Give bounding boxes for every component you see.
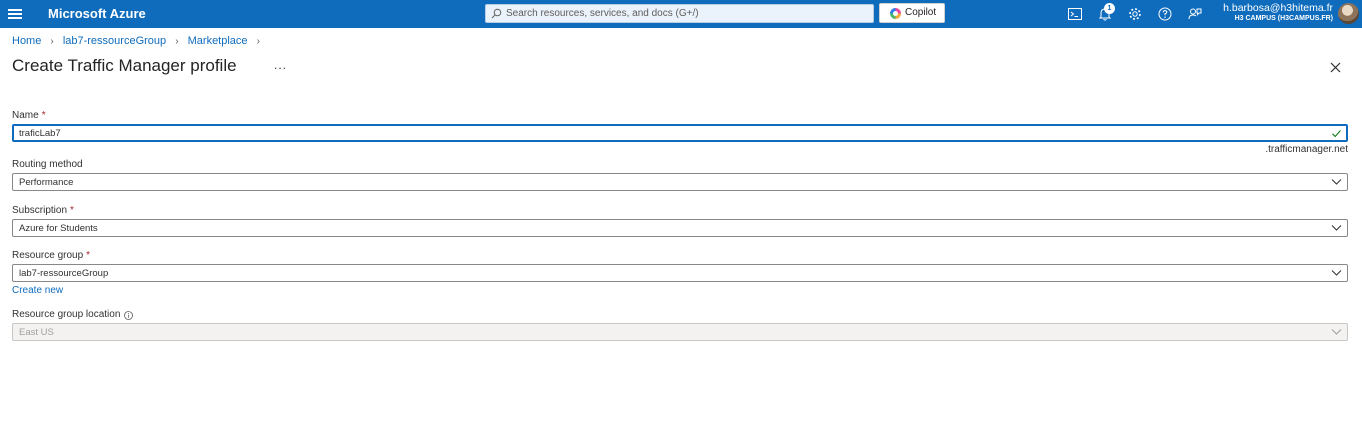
settings-icon[interactable] bbox=[1127, 6, 1143, 22]
portal-brand[interactable]: Microsoft Azure bbox=[48, 6, 146, 21]
page-title: Create Traffic Manager profile bbox=[12, 56, 237, 75]
breadcrumb: Home › lab7-ressourceGroup › Marketplace… bbox=[12, 35, 266, 47]
required-marker: * bbox=[86, 250, 91, 261]
feedback-icon[interactable] bbox=[1187, 6, 1203, 22]
avatar[interactable] bbox=[1338, 3, 1359, 24]
dns-suffix: .trafficmanager.net bbox=[1265, 144, 1348, 155]
resource-group-label: Resource group * bbox=[12, 250, 90, 261]
info-icon[interactable] bbox=[124, 311, 133, 320]
close-icon[interactable] bbox=[1329, 61, 1342, 74]
chevron-right-icon: › bbox=[50, 36, 54, 47]
chevron-down-icon bbox=[1331, 270, 1342, 276]
create-new-link[interactable]: Create new bbox=[12, 285, 63, 296]
breadcrumb-home[interactable]: Home bbox=[12, 35, 41, 47]
resource-group-value: lab7-ressourceGroup bbox=[19, 268, 109, 279]
subscription-value: Azure for Students bbox=[19, 223, 98, 234]
copilot-label: Copilot bbox=[905, 7, 937, 18]
search-input[interactable] bbox=[506, 5, 866, 22]
resource-group-dropdown[interactable]: lab7-ressourceGroup bbox=[12, 264, 1348, 282]
subscription-label: Subscription * bbox=[12, 205, 74, 216]
location-label: Resource group location bbox=[12, 309, 121, 320]
help-icon[interactable] bbox=[1157, 6, 1173, 22]
user-email[interactable]: h.barbosa@h3hitema.fr bbox=[1223, 2, 1333, 14]
routing-method-label: Routing method bbox=[12, 159, 83, 170]
search-icon bbox=[491, 8, 502, 19]
top-bar: Microsoft Azure Copilot 1 h.barbosa@h3hi… bbox=[0, 0, 1362, 28]
chevron-right-icon: › bbox=[256, 36, 260, 47]
name-field[interactable] bbox=[12, 124, 1348, 142]
breadcrumb-marketplace[interactable]: Marketplace bbox=[188, 35, 248, 47]
cloud-shell-icon[interactable] bbox=[1067, 6, 1083, 22]
notification-badge: 1 bbox=[1104, 3, 1115, 14]
copilot-icon bbox=[890, 8, 901, 19]
required-marker: * bbox=[41, 110, 46, 121]
name-input[interactable] bbox=[19, 126, 1319, 140]
breadcrumb-resource-group[interactable]: lab7-ressourceGroup bbox=[63, 35, 166, 47]
name-label: Name * bbox=[12, 110, 46, 121]
checkmark-icon bbox=[1332, 130, 1341, 138]
subscription-dropdown[interactable]: Azure for Students bbox=[12, 219, 1348, 237]
required-marker: * bbox=[70, 205, 74, 216]
chevron-down-icon bbox=[1331, 179, 1342, 185]
chevron-right-icon: › bbox=[175, 36, 179, 47]
location-value: East US bbox=[19, 327, 54, 338]
location-dropdown: East US bbox=[12, 323, 1348, 341]
copilot-button[interactable]: Copilot bbox=[879, 3, 945, 23]
user-tenant[interactable]: H3 CAMPUS (H3CAMPUS.FR) bbox=[1235, 15, 1333, 22]
subscription-label-text: Subscription bbox=[12, 205, 68, 216]
chevron-down-icon bbox=[1331, 329, 1342, 335]
more-options-button[interactable]: ... bbox=[274, 58, 287, 72]
global-search[interactable] bbox=[485, 4, 874, 23]
chevron-down-icon bbox=[1331, 225, 1342, 231]
menu-icon[interactable] bbox=[8, 7, 22, 21]
routing-method-value: Performance bbox=[19, 177, 74, 188]
resource-group-label-text: Resource group bbox=[12, 250, 84, 261]
name-label-text: Name bbox=[12, 110, 39, 121]
routing-method-dropdown[interactable]: Performance bbox=[12, 173, 1348, 191]
